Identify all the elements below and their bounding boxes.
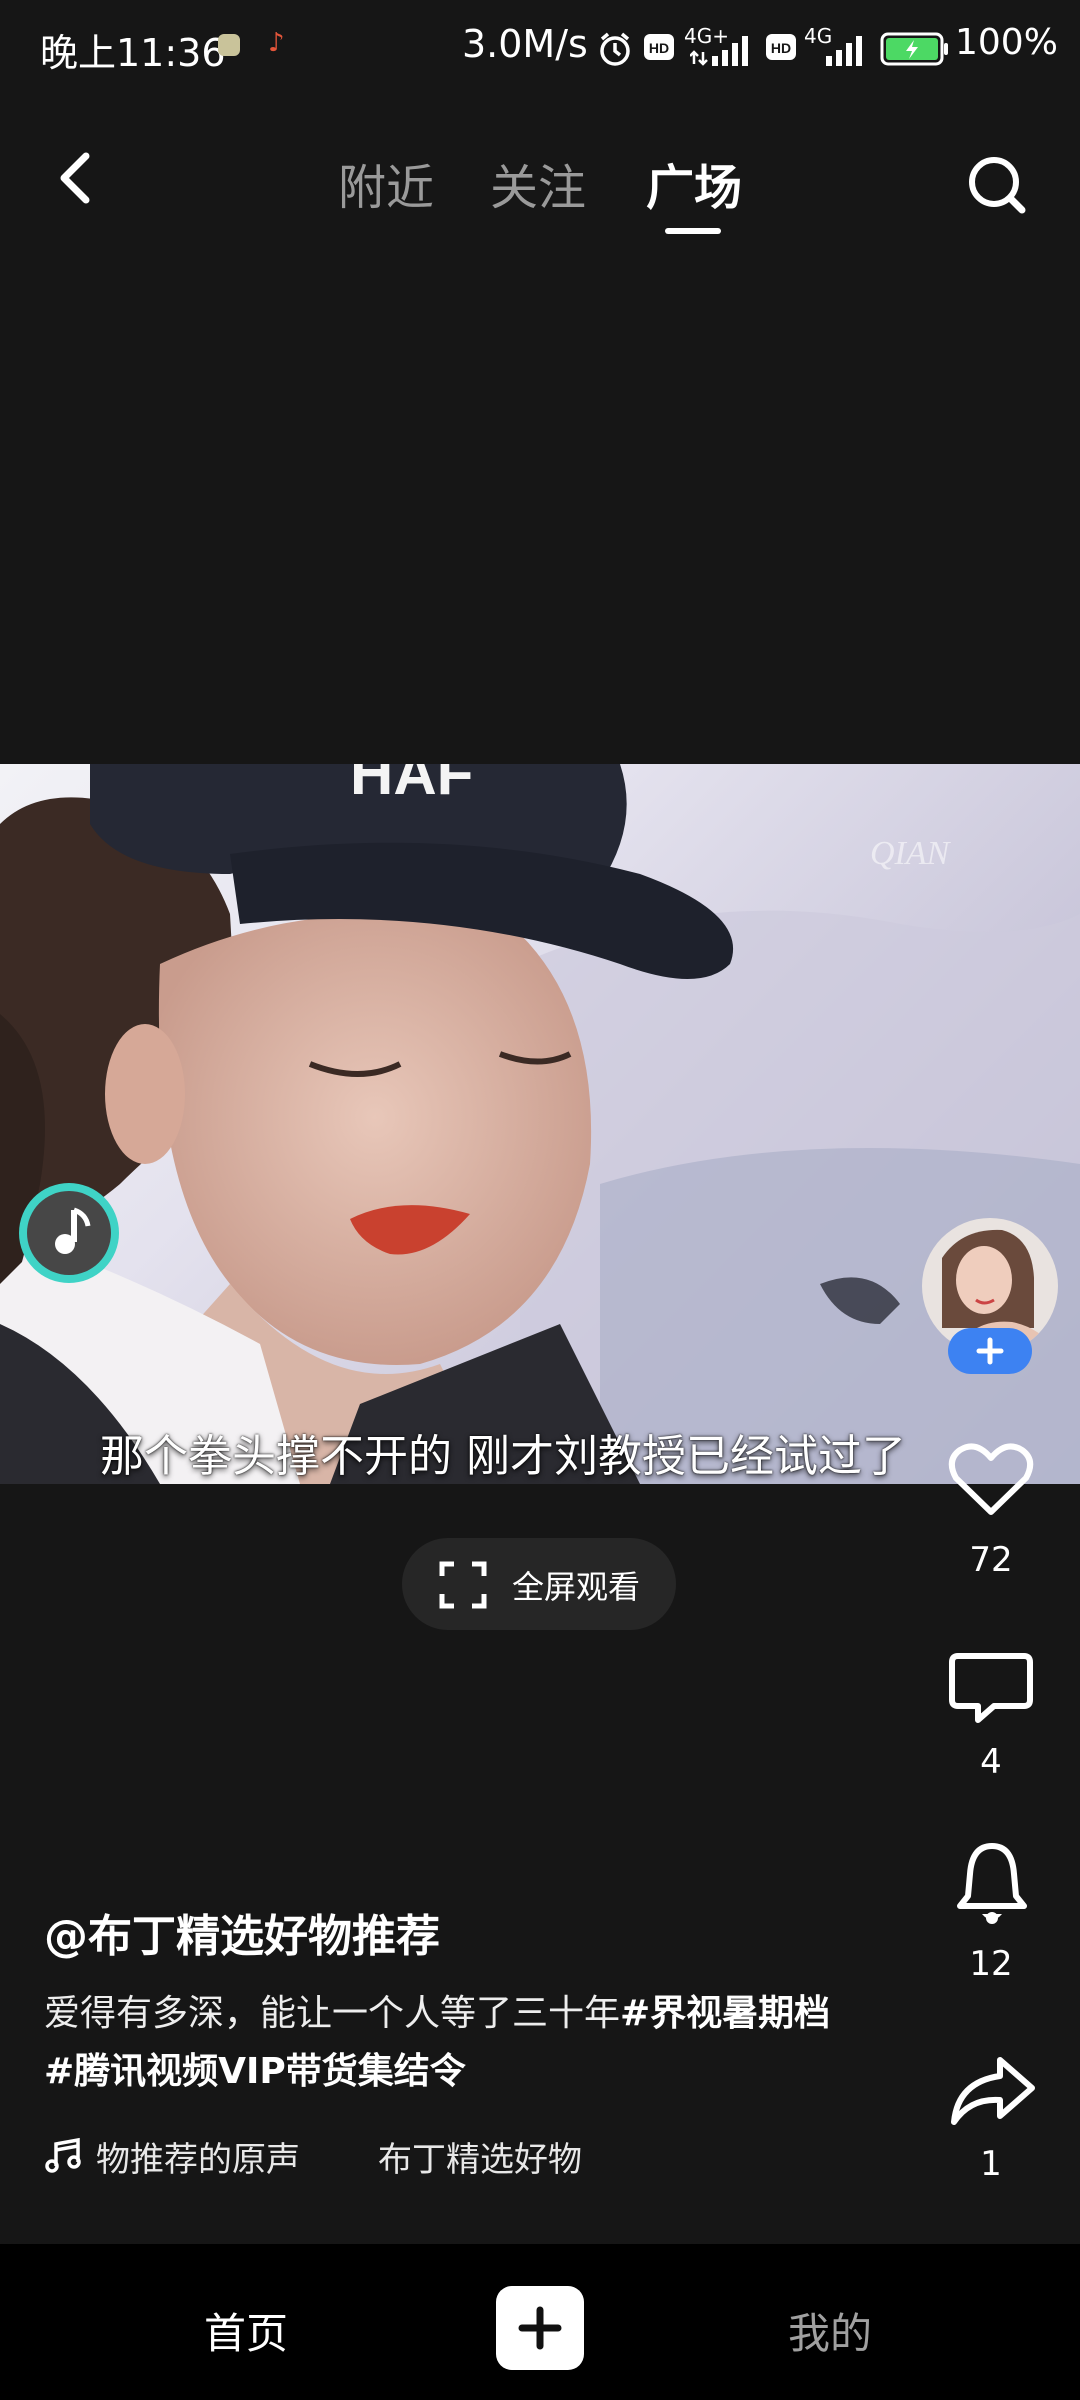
like-count: 72 <box>969 1540 1013 1580</box>
status-time: 晚上11:36 <box>40 31 226 75</box>
signal-icon-2 <box>826 36 862 66</box>
video-player[interactable]: HAF QIAN <box>0 764 1080 1484</box>
app-notification-icon <box>218 34 240 56</box>
signal-icon-1 <box>690 36 748 66</box>
battery-percent: 100% <box>955 22 1058 63</box>
hd-icon-2: HD <box>766 34 796 60</box>
svg-text:HD: HD <box>771 40 791 56</box>
music-note-icon <box>19 1183 119 1283</box>
music-note-icon <box>45 2137 81 2173</box>
status-bar: 晚上11:36 ♪ 3.0M/s HD 4G+ HD 4G 100% <box>0 0 1080 96</box>
plus-icon <box>518 2306 562 2350</box>
bottom-nav: 首页 我的 <box>0 2244 1080 2400</box>
comment-icon <box>949 1653 1033 1723</box>
like-button[interactable] <box>946 1440 1036 1520</box>
nav-me[interactable]: 我的 <box>788 2300 872 2361</box>
hashtag-link[interactable]: #腾讯视频VIP带货集结令 <box>44 2051 466 2092</box>
video-watermark: QIAN <box>870 835 952 872</box>
caption-text: 爱得有多深，能让一个人等了三十年 <box>44 1993 621 2034</box>
hd-icon: HD <box>644 34 674 60</box>
music-marquee[interactable]: 物推荐的原声 布丁精选好物 <box>44 2130 604 2180</box>
hashtag-link[interactable]: #界视暑期档 <box>620 1993 830 2034</box>
post-caption-line-2: #腾讯视频VIP带货集结令 <box>44 2042 466 2094</box>
fullscreen-button[interactable]: 全屏观看 <box>402 1538 676 1630</box>
bell-icon <box>957 1843 1027 1924</box>
create-button[interactable] <box>496 2286 584 2370</box>
video-still-image: HAF QIAN <box>0 764 1080 1484</box>
tab-nearby[interactable]: 附近 <box>338 148 434 218</box>
share-button[interactable] <box>948 2052 1036 2132</box>
post-caption: 爱得有多深，能让一个人等了三十年#界视暑期档 <box>44 1984 830 2036</box>
network-speed: 3.0M/s <box>462 22 588 66</box>
svg-text:HD: HD <box>649 40 669 56</box>
subscribe-button[interactable] <box>954 1840 1030 1930</box>
nav-home[interactable]: 首页 <box>204 2300 288 2361</box>
search-icon <box>969 157 1026 214</box>
battery-icon <box>880 32 948 66</box>
share-count: 1 <box>980 2144 1002 2184</box>
follow-button[interactable] <box>948 1328 1032 1374</box>
share-arrow-icon <box>951 2057 1035 2125</box>
comment-count: 4 <box>980 1742 1002 1782</box>
music-notification-icon: ♪ <box>268 28 285 58</box>
music-title: 物推荐的原声 <box>96 2140 300 2180</box>
alarm-icon <box>600 32 630 66</box>
music-title-repeat: 布丁精选好物 <box>378 2140 582 2180</box>
heart-icon <box>948 1443 1034 1515</box>
cap-logo-text: HAF <box>350 764 473 807</box>
tab-following[interactable]: 关注 <box>490 148 586 218</box>
back-button[interactable] <box>40 140 116 216</box>
tab-square[interactable]: 广场 <box>646 148 742 218</box>
notification-count: 12 <box>969 1944 1013 1984</box>
search-button[interactable] <box>960 148 1036 224</box>
fullscreen-icon <box>439 1561 487 1609</box>
plus-icon <box>976 1337 1004 1365</box>
comment-button[interactable] <box>948 1650 1034 1726</box>
author-handle[interactable]: @布丁精选好物推荐 <box>44 1900 440 1964</box>
chevron-left-icon <box>60 152 90 204</box>
music-disc[interactable] <box>16 1180 122 1286</box>
video-subtitle: 那个拳头撑不开的 刚才刘教授已经试过了 <box>100 1431 906 1482</box>
fullscreen-label: 全屏观看 <box>512 1568 641 1606</box>
active-tab-indicator <box>665 228 721 234</box>
